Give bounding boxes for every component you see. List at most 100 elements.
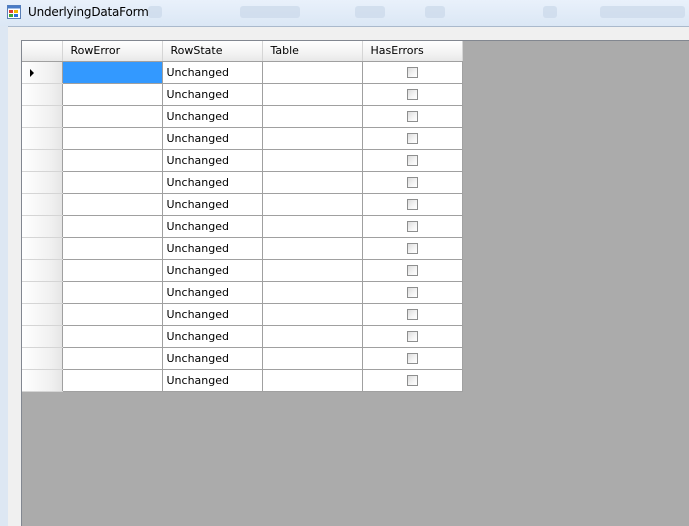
cell-row-state[interactable]: Unchanged bbox=[162, 259, 263, 282]
row-header-cell[interactable] bbox=[22, 193, 63, 216]
has-errors-checkbox[interactable] bbox=[406, 309, 418, 320]
cell-has-errors[interactable] bbox=[362, 105, 463, 128]
cell-table[interactable] bbox=[262, 259, 363, 282]
row-header-cell[interactable] bbox=[22, 61, 63, 84]
cell-row-error[interactable] bbox=[62, 369, 163, 392]
cell-has-errors[interactable] bbox=[362, 259, 463, 282]
cell-row-state[interactable]: Unchanged bbox=[162, 325, 263, 348]
cell-row-state[interactable]: Unchanged bbox=[162, 171, 263, 194]
cell-row-error[interactable] bbox=[62, 281, 163, 304]
cell-has-errors[interactable] bbox=[362, 325, 463, 348]
cell-has-errors[interactable] bbox=[362, 303, 463, 326]
cell-row-error[interactable] bbox=[62, 127, 163, 150]
cell-table[interactable] bbox=[262, 127, 363, 150]
cell-row-state[interactable]: Unchanged bbox=[162, 193, 263, 216]
cell-table[interactable] bbox=[262, 237, 363, 260]
table-row[interactable]: Unchanged bbox=[22, 215, 463, 238]
cell-row-state[interactable]: Unchanged bbox=[162, 61, 263, 84]
table-row[interactable]: Unchanged bbox=[22, 171, 463, 194]
cell-row-state[interactable]: Unchanged bbox=[162, 83, 263, 106]
column-header-table[interactable]: Table bbox=[262, 41, 363, 62]
row-header-cell[interactable] bbox=[22, 347, 63, 370]
cell-row-state[interactable]: Unchanged bbox=[162, 215, 263, 238]
row-header-cell[interactable] bbox=[22, 369, 63, 392]
cell-row-error[interactable] bbox=[62, 61, 163, 84]
cell-has-errors[interactable] bbox=[362, 237, 463, 260]
row-header-cell[interactable] bbox=[22, 83, 63, 106]
has-errors-checkbox[interactable] bbox=[406, 111, 418, 122]
cell-row-error[interactable] bbox=[62, 303, 163, 326]
row-header-cell[interactable] bbox=[22, 149, 63, 172]
cell-table[interactable] bbox=[262, 325, 363, 348]
table-row[interactable]: Unchanged bbox=[22, 281, 463, 304]
cell-has-errors[interactable] bbox=[362, 171, 463, 194]
top-left-header-cell[interactable] bbox=[22, 41, 63, 62]
table-row[interactable]: Unchanged bbox=[22, 61, 463, 84]
cell-row-state[interactable]: Unchanged bbox=[162, 149, 263, 172]
cell-row-error[interactable] bbox=[62, 193, 163, 216]
cell-table[interactable] bbox=[262, 281, 363, 304]
cell-has-errors[interactable] bbox=[362, 149, 463, 172]
row-header-cell[interactable] bbox=[22, 325, 63, 348]
cell-row-state[interactable]: Unchanged bbox=[162, 281, 263, 304]
table-row[interactable]: Unchanged bbox=[22, 369, 463, 392]
has-errors-checkbox[interactable] bbox=[406, 375, 418, 386]
has-errors-checkbox[interactable] bbox=[406, 199, 418, 210]
table-row[interactable]: Unchanged bbox=[22, 83, 463, 106]
cell-table[interactable] bbox=[262, 61, 363, 84]
has-errors-checkbox[interactable] bbox=[406, 353, 418, 364]
table-row[interactable]: Unchanged bbox=[22, 347, 463, 370]
cell-table[interactable] bbox=[262, 215, 363, 238]
cell-has-errors[interactable] bbox=[362, 193, 463, 216]
cell-has-errors[interactable] bbox=[362, 369, 463, 392]
table-row[interactable]: Unchanged bbox=[22, 193, 463, 216]
has-errors-checkbox[interactable] bbox=[406, 133, 418, 144]
cell-has-errors[interactable] bbox=[362, 215, 463, 238]
cell-row-error[interactable] bbox=[62, 171, 163, 194]
has-errors-checkbox[interactable] bbox=[406, 287, 418, 298]
cell-has-errors[interactable] bbox=[362, 347, 463, 370]
has-errors-checkbox[interactable] bbox=[406, 155, 418, 166]
cell-row-state[interactable]: Unchanged bbox=[162, 347, 263, 370]
cell-row-state[interactable]: Unchanged bbox=[162, 237, 263, 260]
has-errors-checkbox[interactable] bbox=[406, 67, 418, 78]
cell-row-state[interactable]: Unchanged bbox=[162, 127, 263, 150]
has-errors-checkbox[interactable] bbox=[406, 331, 418, 342]
cell-table[interactable] bbox=[262, 369, 363, 392]
cell-table[interactable] bbox=[262, 105, 363, 128]
cell-row-error[interactable] bbox=[62, 105, 163, 128]
has-errors-checkbox[interactable] bbox=[406, 177, 418, 188]
table-row[interactable]: Unchanged bbox=[22, 105, 463, 128]
cell-row-state[interactable]: Unchanged bbox=[162, 303, 263, 326]
cell-row-error[interactable] bbox=[62, 149, 163, 172]
has-errors-checkbox[interactable] bbox=[406, 243, 418, 254]
cell-has-errors[interactable] bbox=[362, 127, 463, 150]
row-header-cell[interactable] bbox=[22, 303, 63, 326]
row-header-cell[interactable] bbox=[22, 215, 63, 238]
row-header-cell[interactable] bbox=[22, 127, 63, 150]
table-row[interactable]: Unchanged bbox=[22, 303, 463, 326]
table-row[interactable]: Unchanged bbox=[22, 149, 463, 172]
cell-has-errors[interactable] bbox=[362, 61, 463, 84]
table-row[interactable]: Unchanged bbox=[22, 325, 463, 348]
has-errors-checkbox[interactable] bbox=[406, 89, 418, 100]
row-header-cell[interactable] bbox=[22, 171, 63, 194]
cell-table[interactable] bbox=[262, 171, 363, 194]
row-header-cell[interactable] bbox=[22, 259, 63, 282]
row-header-cell[interactable] bbox=[22, 105, 63, 128]
cell-table[interactable] bbox=[262, 303, 363, 326]
cell-has-errors[interactable] bbox=[362, 83, 463, 106]
cell-row-error[interactable] bbox=[62, 325, 163, 348]
cell-table[interactable] bbox=[262, 149, 363, 172]
column-header-row-error[interactable]: RowError bbox=[62, 41, 163, 62]
cell-row-error[interactable] bbox=[62, 215, 163, 238]
cell-row-state[interactable]: Unchanged bbox=[162, 105, 263, 128]
title-bar[interactable]: UnderlyingDataForm bbox=[0, 0, 689, 26]
cell-row-error[interactable] bbox=[62, 347, 163, 370]
cell-table[interactable] bbox=[262, 193, 363, 216]
cell-row-error[interactable] bbox=[62, 259, 163, 282]
table-row[interactable]: Unchanged bbox=[22, 259, 463, 282]
table-row[interactable]: Unchanged bbox=[22, 237, 463, 260]
table-row[interactable]: Unchanged bbox=[22, 127, 463, 150]
cell-row-error[interactable] bbox=[62, 83, 163, 106]
